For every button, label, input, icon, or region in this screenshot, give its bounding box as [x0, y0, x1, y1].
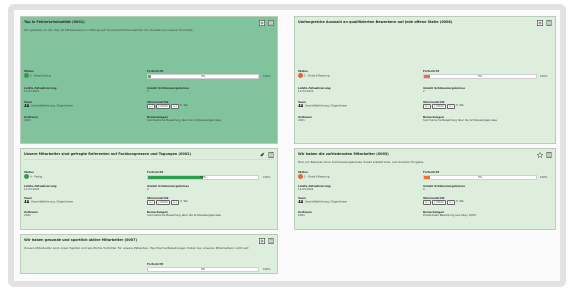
card-title: Unsere Mitarbeiter sind gefragte Referen…: [24, 152, 192, 156]
stimmung-text: % Tab: [179, 103, 188, 108]
stimmung-chip[interactable]: (-) Motiv: [431, 200, 446, 206]
people-icon: [24, 200, 29, 204]
stimmung-chip[interactable]: (-) Motiv: [155, 200, 170, 206]
stimmung-chip[interactable]: (+): [147, 200, 155, 206]
card-title: Wir haben die zufriedensten Mitarbeiter …: [298, 152, 389, 156]
dashboard-frame: Top in Fehlerkriminalität (0001) Wir geh…: [8, 4, 566, 287]
zeitraum-value: 2021: [24, 118, 31, 123]
stimmung-text: % Tab: [179, 199, 188, 204]
plus-square-icon[interactable]: [537, 20, 543, 26]
status-dot: [24, 174, 29, 180]
status-value: 2 - Bearbeitung: [30, 73, 51, 78]
progress-bar: 5%: [423, 74, 537, 79]
progress-bar: 5%: [423, 175, 537, 180]
progress-text: 5%: [477, 176, 483, 179]
stimmung-chip[interactable]: (+): [446, 104, 455, 110]
zeitraum-value: 2021: [298, 213, 305, 218]
progress-max: 100%: [263, 176, 271, 179]
status-value: 4 - Fertig: [30, 174, 43, 179]
stimmung-chip[interactable]: (+): [147, 104, 155, 110]
star-icon[interactable]: [537, 152, 543, 158]
stimmung-text: % Tab: [455, 103, 464, 108]
progress-text: 0%: [200, 268, 206, 271]
okr-card[interactable]: Top in Fehlerkriminalität (0001) Wir geh…: [20, 16, 278, 144]
progress-bar: 50%: [147, 175, 259, 180]
zeitraum-value: 2021: [298, 118, 305, 123]
team-value: Geschäftsführung / Eigentümer: [305, 103, 348, 108]
fortschritt-label: Fortschritt: [147, 262, 164, 266]
status-value: 1 - Erste Erfassung: [304, 73, 330, 78]
stimmung-chip[interactable]: (+): [423, 200, 431, 206]
card-description: Unsere Mitarbeiter sind unser Kapital un…: [24, 246, 250, 250]
okr-card[interactable]: Wir haben gesunde und sportlich aktive M…: [20, 234, 278, 274]
card-description: Wir gehören zu den Top 10 Mitbewerbern i…: [24, 28, 194, 32]
people-icon: [298, 200, 303, 204]
zeitraum-value: 2021: [24, 213, 31, 218]
document-icon[interactable]: [268, 20, 274, 26]
progress-text: 5%: [477, 75, 483, 78]
document-icon[interactable]: [268, 152, 274, 158]
fortschritt-label: Fortschritt: [147, 69, 164, 73]
stimmung-text: % Tab: [455, 199, 464, 204]
stimmung-chip[interactable]: (+): [423, 104, 431, 110]
last-update-value: 11.03.2021: [298, 89, 314, 94]
progress-max: 100%: [540, 176, 548, 179]
stimmung-chip[interactable]: (+): [446, 200, 455, 206]
notes-value: Summarische Bewertung über die Schlüssel…: [423, 118, 497, 123]
team-value: Geschäftsführung / Eigentümer: [305, 199, 348, 204]
progress-bar: 3%: [147, 74, 259, 79]
okr-card[interactable]: Umfangreiche Auswahl an qualifizierten B…: [294, 16, 556, 144]
card-title: Top in Fehlerkriminalität (0001): [24, 20, 85, 24]
card-title: Wir haben gesunde und sportlich aktive M…: [24, 238, 138, 242]
count-label: Anzahl Schlüsselergebnisse: [147, 184, 190, 188]
progress-text: 3%: [200, 75, 206, 78]
progress-max: 100%: [263, 268, 271, 271]
rocket-icon[interactable]: [259, 152, 265, 158]
people-icon: [298, 104, 303, 108]
count-label: Anzahl Schlüsselergebnisse: [423, 184, 466, 188]
document-icon[interactable]: [546, 20, 552, 26]
count-value: 2: [423, 89, 425, 94]
count-value: 2: [147, 187, 149, 192]
stimmung-chip[interactable]: (+): [170, 200, 179, 206]
plus-square-icon[interactable]: [259, 238, 265, 244]
stimmung-chip[interactable]: (+): [170, 104, 179, 110]
last-update-value: 11.03.2021: [298, 187, 314, 192]
plus-square-icon[interactable]: [259, 20, 265, 26]
progress-max: 100%: [540, 75, 548, 78]
people-icon: [24, 104, 29, 108]
fortschritt-label: Fortschritt: [423, 69, 440, 73]
status-dot: [24, 73, 29, 79]
count-value: 3: [147, 89, 149, 94]
progress-bar: 0%: [147, 267, 259, 272]
team-value: Geschäftsführung / Eigentümer: [31, 199, 74, 204]
document-icon[interactable]: [546, 152, 552, 158]
notes-value: Summarische Bewertung über die Schlüssel…: [147, 118, 221, 123]
document-icon[interactable]: [268, 238, 274, 244]
status-value: 1 - Erste Erfassung: [304, 174, 330, 179]
count-label: Anzahl Schlüsselergebnisse: [147, 86, 190, 90]
progress-max: 100%: [263, 75, 271, 78]
status-dot: [298, 73, 303, 79]
notes-value: Prozentuale Bewertung aus Okay 100%: [423, 213, 477, 218]
last-update-value: 11.03.2021: [24, 187, 40, 192]
card-description: Hier ein Beispiel ohne Schlüsselergebnis…: [298, 160, 425, 164]
progress-text: 50%: [200, 176, 206, 179]
count-value: 0: [423, 187, 425, 192]
stimmung-chip[interactable]: (-) Motiv: [431, 104, 446, 110]
okr-card[interactable]: Unsere Mitarbeiter sind gefragte Referen…: [20, 148, 278, 230]
okr-card[interactable]: Wir haben die zufriedensten Mitarbeiter …: [294, 148, 556, 230]
last-update-value: 11.03.2021: [24, 89, 40, 94]
count-label: Anzahl Schlüsselergebnisse: [423, 86, 466, 90]
notes-value: Summarische Bewertung über die Schlüssel…: [147, 213, 221, 218]
status-dot: [298, 174, 303, 180]
stimmung-chip[interactable]: (-) Motiv: [155, 104, 170, 110]
team-value: Geschäftsführung / Eigentümer: [31, 103, 74, 108]
fortschritt-label: Fortschritt: [147, 170, 164, 174]
fortschritt-label: Fortschritt: [423, 170, 440, 174]
card-title: Umfangreiche Auswahl an qualifizierten B…: [298, 20, 453, 24]
